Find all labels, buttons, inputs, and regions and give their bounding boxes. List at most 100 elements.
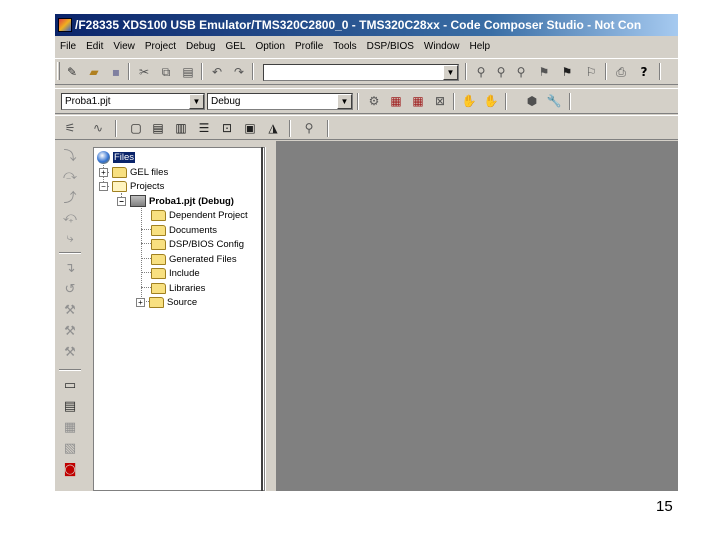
probe-point-icon[interactable]: ✋ <box>482 92 500 110</box>
vertical-separator <box>59 252 81 254</box>
menu-gel[interactable]: GEL <box>220 41 250 52</box>
menu-project[interactable]: Project <box>140 41 181 52</box>
tree-item-generated-files[interactable]: Generated Files <box>151 252 237 266</box>
chevron-down-icon[interactable]: ▼ <box>443 65 458 80</box>
menu-dsp-bios[interactable]: DSP/BIOS <box>362 41 419 52</box>
toolbar-grip[interactable] <box>57 62 60 80</box>
menu-help[interactable]: Help <box>464 41 495 52</box>
tree-item-projects[interactable]: − Projects <box>99 179 164 193</box>
chart-icon[interactable]: ▣ <box>241 119 259 137</box>
project-combo[interactable]: Proba1.pjt ▼ <box>61 93 205 110</box>
menu-debug[interactable]: Debug <box>181 41 220 52</box>
collapse-icon[interactable]: − <box>117 196 126 206</box>
pin-icon[interactable]: ⚲ <box>300 119 318 137</box>
step-into-icon[interactable]: ⤵ <box>61 145 79 164</box>
vertical-separator <box>59 369 81 371</box>
collapse-icon[interactable]: − <box>99 181 108 191</box>
title-bar: /F28335 XDS100 USB Emulator/TMS320C2800_… <box>55 14 678 36</box>
folder-icon <box>151 282 166 294</box>
step-over-icon[interactable]: ⤼ <box>61 166 79 184</box>
bookmark-clear-icon[interactable]: ⚐ <box>582 63 600 81</box>
open-folder-icon <box>112 180 127 192</box>
compile-icon[interactable]: ⚙ <box>365 92 383 110</box>
menu-edit[interactable]: Edit <box>81 41 108 52</box>
tree-item-documents[interactable]: Documents <box>151 223 217 237</box>
redo-icon[interactable]: ↷ <box>230 63 248 81</box>
chevron-down-icon[interactable]: ▼ <box>337 94 352 109</box>
config-combo[interactable]: Debug ▼ <box>207 93 353 110</box>
rebuild-icon[interactable]: ▦ <box>409 92 427 110</box>
profile-icon[interactable]: ◮ <box>264 119 282 137</box>
image-icon[interactable]: ⊡ <box>218 119 236 137</box>
expand-icon[interactable]: + <box>99 167 108 177</box>
menu-view[interactable]: View <box>108 41 140 52</box>
tree-item-include[interactable]: Include <box>151 266 200 280</box>
toolbar-separator <box>465 63 467 80</box>
registers-window-icon[interactable]: ▤ <box>61 397 79 415</box>
animate-icon[interactable]: ⚒ <box>61 343 79 361</box>
breakpoint-icon[interactable]: ✋ <box>460 92 478 110</box>
options-icon[interactable]: 🔧 <box>545 92 563 110</box>
find-prev-icon[interactable]: ⚲ <box>492 63 510 81</box>
folder-icon <box>151 238 166 250</box>
menu-profile[interactable]: Profile <box>290 41 328 52</box>
run-icon[interactable]: ⚒ <box>61 301 79 319</box>
slide-page-number: 15 <box>656 498 673 515</box>
asm-step-over-icon[interactable]: ↺ <box>61 280 79 298</box>
bookmark-icon[interactable]: ⚑ <box>535 63 553 81</box>
ccs-app-icon[interactable] <box>58 18 72 32</box>
open-icon[interactable]: ▰ <box>85 63 103 81</box>
tree-item-gel-files[interactable]: + GEL files <box>99 165 168 179</box>
menu-tools[interactable]: Tools <box>328 41 361 52</box>
find-combo[interactable]: ▼ <box>263 64 459 81</box>
chevron-down-icon[interactable]: ▼ <box>189 94 204 109</box>
tree-item-source[interactable]: + Source <box>136 295 197 309</box>
tree-root-files[interactable]: Files <box>97 150 136 164</box>
help-icon[interactable]: ? <box>635 63 653 81</box>
tree-item-label: Libraries <box>169 282 206 294</box>
set-pc-icon[interactable]: ⤷ <box>61 229 79 247</box>
paste-icon[interactable]: ▤ <box>179 63 197 81</box>
tree-item-libraries[interactable]: Libraries <box>151 281 205 295</box>
registers-icon[interactable]: ▤ <box>149 119 167 137</box>
panel-splitter[interactable] <box>265 147 275 491</box>
stop-build-icon[interactable]: ⊠ <box>431 92 449 110</box>
tree-item-dependent-project[interactable]: Dependent Project <box>151 208 248 222</box>
memory-icon[interactable]: ▢ <box>127 119 145 137</box>
watch-window-icon[interactable]: ▭ <box>61 376 79 394</box>
print-icon[interactable]: ⎙ <box>612 63 630 81</box>
menu-window[interactable]: Window <box>419 41 465 52</box>
find-next-icon[interactable]: ⚲ <box>472 63 490 81</box>
menu-file[interactable]: File <box>55 41 81 52</box>
asm-step-icon[interactable]: ↴ <box>61 259 79 277</box>
clear-icon[interactable]: ⬢ <box>523 92 541 110</box>
new-icon[interactable]: ✎ <box>63 63 81 81</box>
disassembly-icon[interactable]: ▥ <box>172 119 190 137</box>
build-icon[interactable]: ▦ <box>387 92 405 110</box>
step-out-icon[interactable]: ⤴ <box>61 187 79 206</box>
memory-window-icon[interactable]: ▦ <box>61 418 79 436</box>
tree-item-label: DSP/BIOS Config <box>169 238 244 250</box>
menu-option[interactable]: Option <box>250 41 289 52</box>
bookmark-next-icon[interactable]: ⚑ <box>558 63 576 81</box>
project-icon <box>130 195 146 207</box>
copy-icon[interactable]: ⧉ <box>157 63 175 81</box>
quick-watch-icon[interactable]: ▧ <box>61 439 79 457</box>
breakpoint-window-icon[interactable]: ◙ <box>61 460 79 478</box>
editor-workspace[interactable] <box>276 141 678 491</box>
standard-toolbar: ✎ ▰ ▪ ✂ ⧉ ▤ ↶ ↷ ▼ ⚲ ⚲ ⚲ ⚑ ⚑ ⚐ ⎙ ? <box>55 58 678 85</box>
halt-icon[interactable]: ⚒ <box>61 322 79 340</box>
tree-item-label: Generated Files <box>169 253 237 265</box>
tree-item-project-file[interactable]: − Proba1.pjt (Debug) <box>117 194 234 208</box>
call-stack-icon[interactable]: ☰ <box>195 119 213 137</box>
window-title: /F28335 XDS100 USB Emulator/TMS320C2800_… <box>75 18 642 32</box>
find-in-files-icon[interactable]: ⚲ <box>512 63 530 81</box>
tree-item-dsp-bios-config[interactable]: DSP/BIOS Config <box>151 237 244 251</box>
watch-icon[interactable]: ⚟ <box>61 119 79 137</box>
run-to-cursor-icon[interactable]: ⤽ <box>61 208 79 226</box>
save-icon[interactable]: ▪ <box>107 63 125 81</box>
undo-icon[interactable]: ↶ <box>208 63 226 81</box>
graph-icon[interactable]: ∿ <box>89 119 107 137</box>
expand-icon[interactable]: + <box>136 297 145 307</box>
cut-icon[interactable]: ✂ <box>135 63 153 81</box>
